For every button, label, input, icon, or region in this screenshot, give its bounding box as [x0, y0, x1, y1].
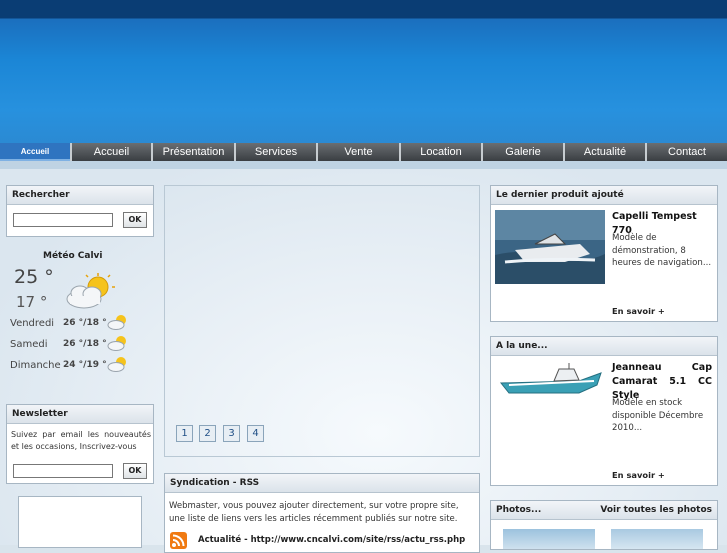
nav-item-accueil[interactable]: Accueil: [70, 143, 151, 161]
slideshow: 1 2 3 4: [164, 185, 480, 457]
nav-item-accueil-active[interactable]: Accueil: [0, 143, 70, 161]
a-la-une-more-link[interactable]: En savoir +: [612, 470, 665, 480]
meteo-title: Météo Calvi: [43, 251, 103, 261]
rss-icon: [170, 532, 187, 549]
meteo-day-2: Samedi: [10, 339, 48, 350]
nav-item-galerie[interactable]: Galerie: [481, 143, 563, 161]
newsletter-button[interactable]: OK: [123, 463, 147, 479]
rss-feed-link[interactable]: Actualité - http://www.cncalvi.com/site/…: [198, 534, 465, 546]
newsletter-title: Newsletter: [7, 405, 153, 424]
nav-item-presentation[interactable]: Présentation: [151, 143, 234, 161]
photo-thumbnail[interactable]: [611, 529, 703, 549]
site-banner: [0, 0, 727, 143]
main-nav: Accueil Accueil Présentation Services Ve…: [0, 143, 727, 161]
nav-strip: [0, 161, 727, 169]
photos-panel: Photos... Voir toutes les photos: [490, 500, 718, 550]
slide-page-3[interactable]: 3: [223, 425, 240, 442]
a-la-une-panel: A la une... Jeanneau Cap Camarat 5.1 CC …: [490, 336, 718, 486]
nav-item-services[interactable]: Services: [234, 143, 316, 161]
meteo-today-max: 25 °: [14, 266, 54, 288]
partner-box: [18, 496, 142, 548]
rss-text-line1: Webmaster, vous pouvez ajouter directeme…: [169, 501, 459, 511]
slide-page-1[interactable]: 1: [176, 425, 193, 442]
rss-text-line2: une liste de liens vers les articles réc…: [169, 514, 458, 524]
rss-panel: Syndication - RSS Webmaster, vous pouvez…: [164, 473, 480, 553]
search-button[interactable]: OK: [123, 212, 147, 228]
rss-title: Syndication - RSS: [165, 474, 479, 493]
nav-item-contact[interactable]: Contact: [645, 143, 727, 161]
partly-cloudy-small-icon: [107, 336, 126, 351]
photo-thumbnail[interactable]: [503, 529, 595, 549]
partly-cloudy-small-icon: [107, 357, 126, 372]
nav-item-actualite[interactable]: Actualité: [563, 143, 645, 161]
partly-cloudy-icon: [66, 273, 115, 309]
meteo-day-1: Vendredi: [10, 318, 55, 329]
slide-page-2[interactable]: 2: [199, 425, 216, 442]
a-la-une-title: A la une...: [491, 337, 717, 356]
boat-photo-image[interactable]: [495, 210, 605, 284]
slide-page-4[interactable]: 4: [247, 425, 264, 442]
boat-photo-image[interactable]: [499, 363, 603, 397]
last-product-panel: Le dernier produit ajouté Capelli Tempes…: [490, 185, 718, 322]
nav-item-vente[interactable]: Vente: [316, 143, 399, 161]
newsletter-panel: Newsletter Suivez par email les nouveaut…: [6, 404, 154, 484]
search-title: Rechercher: [7, 186, 153, 205]
last-product-more-link[interactable]: En savoir +: [612, 306, 665, 316]
photos-header: Photos... Voir toutes les photos: [491, 501, 717, 520]
all-photos-link[interactable]: Voir toutes les photos: [600, 501, 712, 520]
photos-title: Photos...: [496, 505, 542, 515]
a-la-une-desc: Modèle en stock disponible Décembre 2010…: [612, 398, 704, 433]
meteo-temp-1: 26 °/18 °: [63, 318, 107, 328]
newsletter-text: Suivez par email les nouveautés et les o…: [11, 430, 151, 451]
newsletter-email-input[interactable]: [13, 464, 113, 478]
meteo-today-min: 17 °: [16, 293, 48, 311]
partly-cloudy-small-icon: [107, 315, 126, 330]
meteo-day-3: Dimanche: [10, 360, 61, 371]
nav-item-location[interactable]: Location: [399, 143, 481, 161]
meteo-temp-2: 26 °/18 °: [63, 339, 107, 349]
last-product-title: Le dernier produit ajouté: [491, 186, 717, 205]
meteo-temp-3: 24 °/19 °: [63, 360, 107, 370]
search-input[interactable]: [13, 213, 113, 227]
search-panel: Rechercher OK: [6, 185, 154, 237]
last-product-desc: Modèle de démonstration, 8 heures de nav…: [612, 233, 712, 268]
